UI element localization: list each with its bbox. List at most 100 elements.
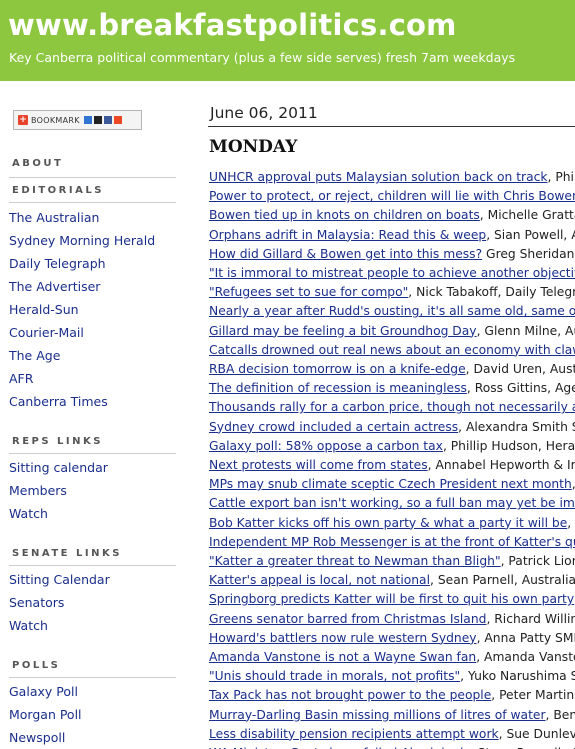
article-byline: , Sue Dunlevy, A xyxy=(498,726,575,741)
link-morgan-poll[interactable]: Morgan Poll xyxy=(9,707,82,722)
article-link[interactable]: The definition of recession is meaningle… xyxy=(209,381,467,395)
link-the-age[interactable]: The Age xyxy=(9,348,60,363)
article-link[interactable]: Tax Pack has not brought power to the pe… xyxy=(209,688,491,702)
article-byline: , Ben Cu xyxy=(545,707,575,722)
article-row: Sydney crowd included a certain actress,… xyxy=(209,420,575,434)
article-link[interactable]: Next protests will come from states xyxy=(209,458,428,472)
link-senators[interactable]: Senators xyxy=(9,595,64,610)
article-row: Bowen tied up in knots on children on bo… xyxy=(209,208,575,222)
site-tagline: Key Canberra political commentary (plus … xyxy=(9,50,516,65)
article-byline: , Michelle Grattan, xyxy=(479,208,575,223)
article-row: "Katter a greater threat to Newman than … xyxy=(209,554,575,568)
article-row: Murray-Darling Basin missing millions of… xyxy=(209,708,575,722)
link-the-australian[interactable]: The Australian xyxy=(9,210,99,225)
link-newspoll[interactable]: Newspoll xyxy=(9,730,65,745)
link-reps-sitting-calendar[interactable]: Sitting calendar xyxy=(9,460,108,475)
stumble-icon xyxy=(113,116,122,124)
article-link[interactable]: Catcalls drowned out real news about an … xyxy=(209,343,575,357)
article-link[interactable]: Howard's battlers now rule western Sydne… xyxy=(209,631,477,645)
article-row: Amanda Vanstone is not a Wayne Swan fan,… xyxy=(209,650,575,664)
article-row: "It is immoral to mistreat people to ach… xyxy=(209,266,575,280)
article-link[interactable]: Galaxy poll: 58% oppose a carbon tax xyxy=(209,439,443,453)
article-byline: , Phillip Hudson, Herald S xyxy=(442,438,575,453)
article-link[interactable]: Greens senator barred from Christmas Isl… xyxy=(209,612,486,626)
article-link[interactable]: Katter's appeal is local, not national xyxy=(209,573,430,587)
divider xyxy=(9,677,176,678)
site-title[interactable]: www.breakfastpolitics.com xyxy=(8,8,457,42)
link-senate-sitting-calendar[interactable]: Sitting Calendar xyxy=(9,572,110,587)
article-row: The definition of recession is meaningle… xyxy=(209,381,575,395)
article-link[interactable]: Sydney crowd included a certain actress xyxy=(209,420,458,434)
link-reps-members[interactable]: Members xyxy=(9,483,67,498)
main-content: June 06, 2011 MONDAY UNHCR approval puts… xyxy=(200,81,575,749)
article-row: Power to protect, or reject, children wi… xyxy=(209,189,575,203)
link-herald-sun[interactable]: Herald-Sun xyxy=(9,302,79,317)
article-link[interactable]: Murray-Darling Basin missing millions of… xyxy=(209,708,546,722)
link-daily-telegraph[interactable]: Daily Telegraph xyxy=(9,256,106,271)
article-link[interactable]: "It is immoral to mistreat people to ach… xyxy=(209,266,575,280)
article-link[interactable]: How did Gillard & Bowen get into this me… xyxy=(209,247,482,261)
site-header: www.breakfastpolitics.com Key Canberra p… xyxy=(0,0,575,81)
article-link[interactable]: Nearly a year after Rudd's ousting, it's… xyxy=(209,304,575,318)
date-divider xyxy=(208,126,575,127)
article-link[interactable]: Bob Katter kicks off his own party & wha… xyxy=(209,516,567,530)
article-link[interactable]: Less disability pension recipients attem… xyxy=(209,727,499,741)
article-row: Greens senator barred from Christmas Isl… xyxy=(209,612,575,626)
article-link[interactable]: "Refugees set to sue for compo" xyxy=(209,285,408,299)
article-link[interactable]: Cattle export ban isn't working, so a fu… xyxy=(209,496,575,510)
article-link[interactable]: Thousands rally for a carbon price, thou… xyxy=(209,400,575,414)
article-row: RBA decision tomorrow is on a knife-edge… xyxy=(209,362,575,376)
article-row: Nearly a year after Rudd's ousting, it's… xyxy=(209,304,575,318)
article-link[interactable]: Bowen tied up in knots on children on bo… xyxy=(209,208,480,222)
sidebar: + BOOKMARK ABOUT EDITORIALS The Australi… xyxy=(0,81,200,749)
sidebar-heading-reps-links: REPS LINKS xyxy=(12,436,103,447)
link-afr[interactable]: AFR xyxy=(9,371,33,386)
article-row: Bob Katter kicks off his own party & wha… xyxy=(209,516,575,530)
article-row: Katter's appeal is local, not national, … xyxy=(209,573,575,587)
article-link[interactable]: "Katter a greater threat to Newman than … xyxy=(209,554,501,568)
article-link[interactable]: RBA decision tomorrow is on a knife-edge xyxy=(209,362,466,376)
article-byline: , Sian Powell, Aus xyxy=(486,227,575,242)
article-link[interactable]: UNHCR approval puts Malaysian solution b… xyxy=(209,170,548,184)
link-galaxy-poll[interactable]: Galaxy Poll xyxy=(9,684,78,699)
article-byline: , Phillip xyxy=(547,170,575,184)
article-link[interactable]: MPs may snub climate sceptic Czech Presi… xyxy=(209,477,572,491)
article-row: Less disability pension recipients attem… xyxy=(209,727,575,741)
divider xyxy=(9,177,176,178)
link-canberra-times[interactable]: Canberra Times xyxy=(9,394,108,409)
article-byline: , David Uren, Austral xyxy=(465,362,575,376)
article-link[interactable]: Springborg predicts Katter will be first… xyxy=(209,592,574,606)
article-row: UNHCR approval puts Malaysian solution b… xyxy=(209,170,575,184)
link-the-advertiser[interactable]: The Advertiser xyxy=(9,279,100,294)
article-row: Tax Pack has not brought power to the pe… xyxy=(209,688,575,702)
article-link[interactable]: Gillard may be feeling a bit Groundhog D… xyxy=(209,324,477,338)
article-row: Catcalls drowned out real news about an … xyxy=(209,343,575,357)
article-link[interactable]: Orphans adrift in Malaysia: Read this & … xyxy=(209,228,486,242)
article-row: Springborg predicts Katter will be first… xyxy=(209,592,575,606)
article-row: Galaxy poll: 58% oppose a carbon tax, Ph… xyxy=(209,439,575,453)
article-link[interactable]: Independent MP Rob Messenger is at the f… xyxy=(209,535,575,549)
article-row: Gillard may be feeling a bit Groundhog D… xyxy=(209,324,575,338)
article-byline: , Peter Martin, A xyxy=(491,688,575,703)
article-link[interactable]: Power to protect, or reject, children wi… xyxy=(209,189,575,203)
article-byline: , Glenn Milne, Aust xyxy=(476,323,575,338)
sidebar-heading-senate-links: SENATE LINKS xyxy=(12,548,122,559)
article-byline: , Alexandra Smith SMH xyxy=(458,419,575,434)
digg-icon xyxy=(93,116,102,124)
article-byline: , Sean Parnell, Australian xyxy=(430,573,575,588)
link-senate-watch[interactable]: Watch xyxy=(9,618,48,633)
bookmark-button[interactable]: + BOOKMARK xyxy=(13,110,142,130)
article-byline: , Dy xyxy=(567,515,575,530)
article-link[interactable]: Amanda Vanstone is not a Wayne Swan fan xyxy=(209,650,476,664)
article-row: MPs may snub climate sceptic Czech Presi… xyxy=(209,477,575,491)
sidebar-heading-about[interactable]: ABOUT xyxy=(12,158,63,169)
article-byline: , Richard Willingha xyxy=(486,611,575,626)
article-row: "Refugees set to sue for compo", Nick Ta… xyxy=(209,285,575,299)
article-row: Thousands rally for a carbon price, thou… xyxy=(209,400,575,414)
link-reps-watch[interactable]: Watch xyxy=(9,506,48,521)
link-smh[interactable]: Sydney Morning Herald xyxy=(9,233,155,248)
facebook-icon xyxy=(103,116,112,124)
article-link[interactable]: "Unis should trade in morals, not profit… xyxy=(209,669,460,683)
article-row: "Unis should trade in morals, not profit… xyxy=(209,669,575,683)
link-courier-mail[interactable]: Courier-Mail xyxy=(9,325,84,340)
